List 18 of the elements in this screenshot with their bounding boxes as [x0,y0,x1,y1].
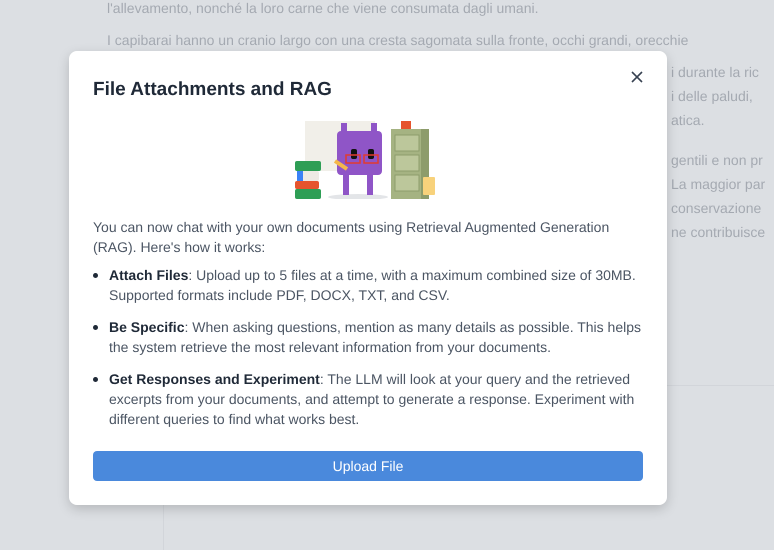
close-icon [631,71,643,83]
list-item-text: Be Specific: When asking questions, mention as many details as possible. This helps the system retrieve the most relevant information from your documents. [109,318,642,357]
list-item-text: Attach Files: Upload up to 5 files at a time, with a maximum combined size of 30MB. Supported formats include PDF, DOCX, TXT, and CSV. [109,266,637,305]
close-button[interactable] [631,71,643,83]
background-text: l'allevamento, nonché la loro carne che viene consumata dagli umani. [107,0,540,18]
background-text: gentili e non pr [671,151,764,170]
bullet-icon [93,377,98,382]
background-text: ne contribuisce [671,223,766,242]
background-text: I capibarai hanno un cranio largo con una cresta sagomata sulla fronte, occhi grandi, orecchie [107,31,690,50]
background-text: La maggior par [671,175,766,194]
bullet-icon [93,273,98,278]
intro-text: You can now chat with your own documents using Retrieval Augmented Generation (RAG). Here's how it works: [93,218,610,257]
bullet-icon [93,325,98,330]
background-text: conservazione [671,199,762,218]
upload-file-button[interactable]: Upload File [93,451,643,481]
background-text: atica. [671,111,706,130]
list-item-text: Get Responses and Experiment: The LLM will look at your query and the retrieved excerpts from your documents, and attempt to generate a response. Experiment with different queries to find what works best. [109,370,636,429]
dialog-title: File Attachments and RAG [93,79,332,101]
